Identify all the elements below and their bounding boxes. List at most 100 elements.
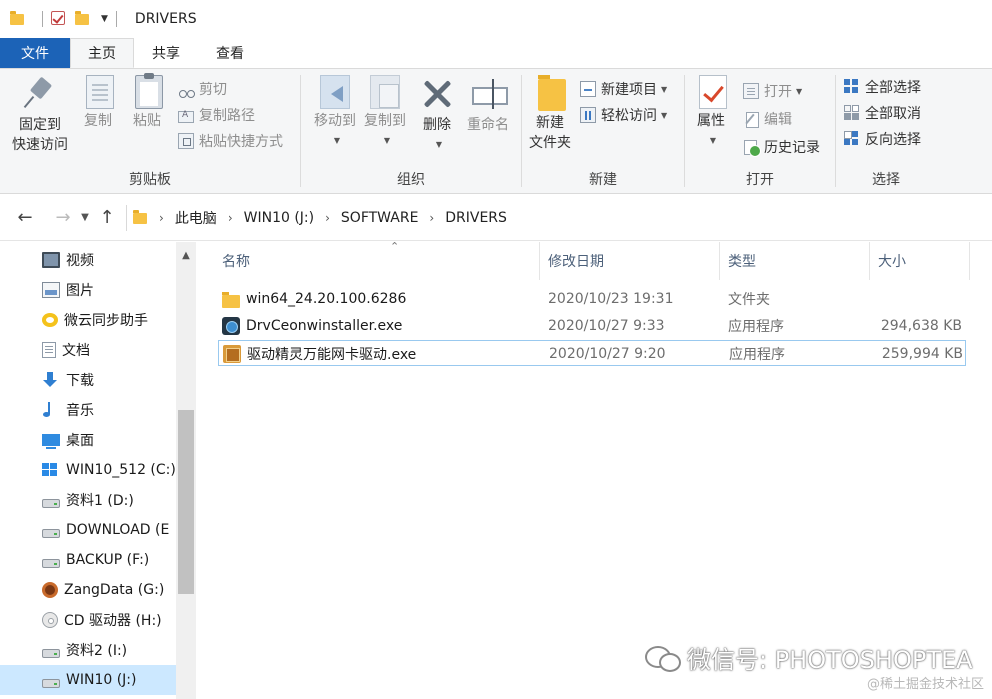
properties-label: 属性 bbox=[697, 113, 725, 129]
chevron-right-icon[interactable]: › bbox=[429, 211, 434, 225]
column-header-type[interactable]: 类型 bbox=[720, 242, 870, 280]
properties-check-icon[interactable] bbox=[51, 11, 67, 27]
invert-selection-icon bbox=[844, 131, 860, 147]
navigation-pane: 视频 图片 微云同步助手 文档 下载 音乐 桌面 WIN10_512 (C:) … bbox=[0, 242, 196, 699]
file-row[interactable]: 驱动精灵万能网卡驱动.exe 2020/10/27 9:20 应用程序 259,… bbox=[218, 340, 966, 366]
new-item-icon bbox=[580, 81, 596, 97]
copy-path-button[interactable]: 复制路径 bbox=[178, 103, 255, 127]
tab-file[interactable]: 文件 bbox=[0, 38, 70, 68]
cut-button[interactable]: 剪切 bbox=[178, 77, 227, 101]
sidebar-item-videos[interactable]: 视频 bbox=[0, 245, 176, 275]
edit-button[interactable]: 编辑 bbox=[743, 107, 792, 131]
chevron-right-icon[interactable]: › bbox=[159, 211, 164, 225]
sidebar-item-drive-j[interactable]: WIN10 (J:) bbox=[0, 665, 176, 695]
breadcrumb-this-pc[interactable]: 此电脑 bbox=[175, 208, 217, 228]
select-all-icon bbox=[844, 79, 860, 95]
select-all-button[interactable]: 全部选择 bbox=[844, 75, 921, 99]
hard-drive-icon bbox=[42, 648, 60, 658]
copy-to-button[interactable]: 复制到 ▼ bbox=[355, 75, 415, 151]
back-arrow-icon[interactable]: ← bbox=[12, 205, 38, 231]
folder-icon bbox=[10, 11, 26, 27]
invert-selection-button[interactable]: 反向选择 bbox=[844, 127, 921, 151]
forward-arrow-icon[interactable]: → bbox=[50, 205, 76, 231]
chevron-right-icon[interactable]: › bbox=[325, 211, 330, 225]
sidebar-item-drive-e[interactable]: DOWNLOAD (E bbox=[0, 515, 176, 545]
divider bbox=[42, 11, 43, 27]
sidebar-item-downloads[interactable]: 下载 bbox=[0, 365, 176, 395]
file-name: DrvCeonwinstaller.exe bbox=[246, 318, 403, 334]
up-arrow-icon[interactable]: ↑ bbox=[94, 205, 120, 231]
tab-view[interactable]: 查看 bbox=[198, 38, 262, 68]
sidebar-item-drive-h[interactable]: CD 驱动器 (H:) bbox=[0, 605, 176, 635]
sidebar-item-music[interactable]: 音乐 bbox=[0, 395, 176, 425]
sidebar-scrollbar[interactable]: ▲ bbox=[176, 242, 196, 699]
breadcrumb-software[interactable]: SOFTWARE bbox=[341, 210, 419, 226]
pin-label-line2: 快速访问 bbox=[12, 137, 68, 153]
open-label: 打开 bbox=[764, 84, 792, 100]
tab-share[interactable]: 共享 bbox=[134, 38, 198, 68]
delete-button[interactable]: 删除 ▼ bbox=[417, 75, 457, 155]
sidebar-item-drive-d[interactable]: 资料1 (D:) bbox=[0, 485, 176, 515]
quick-access-dropdown-icon[interactable]: ▼ bbox=[101, 14, 108, 24]
tab-home[interactable]: 主页 bbox=[70, 38, 134, 68]
file-name: win64_24.20.100.6286 bbox=[246, 291, 407, 307]
open-icon bbox=[743, 83, 759, 99]
sidebar-item-drive-f[interactable]: BACKUP (F:) bbox=[0, 545, 176, 575]
new-folder-button[interactable]: 新建 文件夹 bbox=[526, 75, 574, 153]
breadcrumb-drive[interactable]: WIN10 (J:) bbox=[244, 210, 314, 226]
column-header-date[interactable]: 修改日期 bbox=[540, 242, 720, 280]
properties-button[interactable]: 属性 ▼ bbox=[691, 75, 731, 151]
chevron-right-icon[interactable]: › bbox=[228, 211, 233, 225]
paste-shortcut-button[interactable]: 粘贴快捷方式 bbox=[178, 129, 283, 153]
easy-access-icon bbox=[580, 107, 596, 123]
cd-drive-icon bbox=[42, 612, 58, 628]
file-date: 2020/10/27 9:33 bbox=[548, 318, 665, 334]
copy-path-icon bbox=[178, 110, 194, 123]
file-row[interactable]: win64_24.20.100.6286 2020/10/23 19:31 文件… bbox=[218, 286, 966, 312]
open-button[interactable]: 打开 ▼ bbox=[743, 79, 802, 103]
sidebar-item-desktop[interactable]: 桌面 bbox=[0, 425, 176, 455]
copy-button[interactable]: 复制 bbox=[78, 75, 118, 131]
sidebar-item-drive-i[interactable]: 资料2 (I:) bbox=[0, 635, 176, 665]
sidebar-item-drive-g[interactable]: ZangData (G:) bbox=[0, 575, 176, 605]
file-date: 2020/10/27 9:20 bbox=[549, 346, 666, 362]
new-folder-quick-icon[interactable] bbox=[75, 11, 91, 27]
select-none-label: 全部取消 bbox=[865, 106, 921, 122]
clipboard-icon bbox=[135, 73, 163, 109]
sidebar-item-documents[interactable]: 文档 bbox=[0, 335, 176, 365]
file-row[interactable]: DrvCeonwinstaller.exe 2020/10/27 9:33 应用… bbox=[218, 313, 966, 339]
breadcrumb[interactable]: › 此电脑 › WIN10 (J:) › SOFTWARE › DRIVERS bbox=[127, 205, 507, 231]
history-button[interactable]: 历史记录 bbox=[743, 135, 820, 159]
delete-label: 删除 bbox=[423, 117, 451, 133]
file-size: 259,994 KB bbox=[881, 346, 963, 362]
breadcrumb-drivers[interactable]: DRIVERS bbox=[445, 210, 507, 226]
chevron-down-icon: ▼ bbox=[796, 86, 803, 96]
select-none-button[interactable]: 全部取消 bbox=[844, 101, 921, 125]
sidebar-item-drive-c[interactable]: WIN10_512 (C:) bbox=[0, 455, 176, 485]
history-icon bbox=[743, 139, 761, 157]
sidebar-item-label: CD 驱动器 (H:) bbox=[64, 613, 162, 629]
folder-icon bbox=[133, 209, 149, 226]
paste-button[interactable]: 粘贴 bbox=[127, 73, 167, 131]
video-icon bbox=[42, 252, 60, 268]
ribbon: 固定到 快速访问 复制 粘贴 剪切 复制路径 粘贴快捷方式 剪贴板 移动到 bbox=[0, 68, 992, 194]
cut-label: 剪切 bbox=[199, 82, 227, 98]
pin-to-quick-access-button[interactable]: 固定到 快速访问 bbox=[8, 75, 72, 155]
column-header-label: 大小 bbox=[878, 254, 906, 270]
rename-button[interactable]: 重命名 bbox=[463, 75, 513, 135]
easy-access-button[interactable]: 轻松访问 ▼ bbox=[580, 103, 667, 127]
recent-locations-chevron-icon[interactable]: ▼ bbox=[76, 205, 94, 231]
file-type: 文件夹 bbox=[728, 292, 770, 308]
sidebar-item-weiyun[interactable]: 微云同步助手 bbox=[0, 305, 176, 335]
select-all-label: 全部选择 bbox=[865, 80, 921, 96]
column-header-name[interactable]: 名称 ⌃ bbox=[214, 240, 540, 280]
scroll-up-arrow-icon[interactable]: ▲ bbox=[176, 246, 196, 264]
column-header-size[interactable]: 大小 bbox=[870, 242, 970, 280]
new-item-button[interactable]: 新建项目 ▼ bbox=[580, 77, 667, 101]
sidebar-item-pictures[interactable]: 图片 bbox=[0, 275, 176, 305]
history-label: 历史记录 bbox=[764, 140, 820, 156]
move-to-label: 移动到 bbox=[314, 113, 356, 129]
windows-drive-icon bbox=[42, 462, 60, 478]
scrollbar-thumb[interactable] bbox=[178, 410, 194, 594]
sidebar-item-label: 桌面 bbox=[66, 433, 94, 449]
